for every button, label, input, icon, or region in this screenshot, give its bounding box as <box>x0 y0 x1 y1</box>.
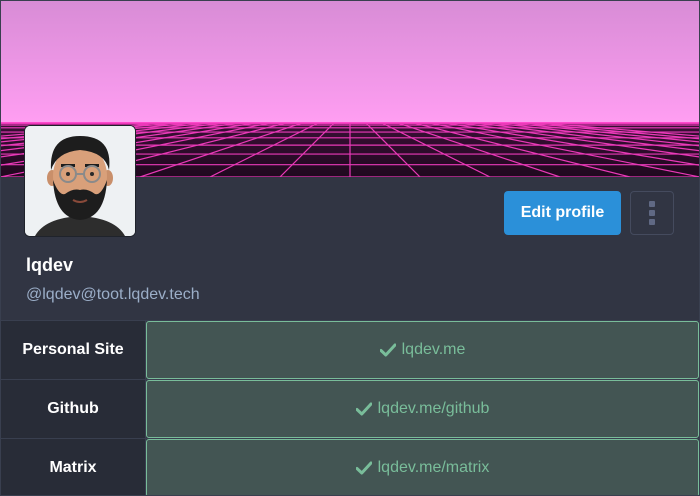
field-row: Github lqdev.me/github <box>1 379 699 438</box>
field-value[interactable]: lqdev.me/github <box>146 380 699 438</box>
field-link[interactable]: lqdev.me <box>402 341 466 359</box>
field-label: Personal Site <box>1 321 146 379</box>
field-value[interactable]: lqdev.me/matrix <box>146 439 699 495</box>
field-row: Matrix lqdev.me/matrix <box>1 438 699 495</box>
profile-fields: Personal Site lqdev.me Github lqdev.me/g… <box>1 320 699 495</box>
field-link[interactable]: lqdev.me/github <box>378 400 490 418</box>
checkmark-icon <box>355 461 372 475</box>
profile-card: Edit profile lqdev @lqdev@toot.lqdev.tec… <box>0 0 700 496</box>
account-handle: @lqdev@toot.lqdev.tech <box>26 286 200 303</box>
avatar[interactable] <box>24 125 136 237</box>
field-label: Matrix <box>1 439 146 495</box>
display-name: lqdev <box>26 255 74 275</box>
checkmark-icon <box>379 343 396 357</box>
field-row: Personal Site lqdev.me <box>1 320 699 379</box>
field-link[interactable]: lqdev.me/matrix <box>378 459 490 477</box>
more-options-button[interactable] <box>630 191 674 235</box>
field-label: Github <box>1 380 146 438</box>
vertical-ellipsis-icon <box>649 201 655 225</box>
checkmark-icon <box>355 402 372 416</box>
field-value[interactable]: lqdev.me <box>146 321 699 379</box>
edit-profile-button[interactable]: Edit profile <box>504 191 621 235</box>
